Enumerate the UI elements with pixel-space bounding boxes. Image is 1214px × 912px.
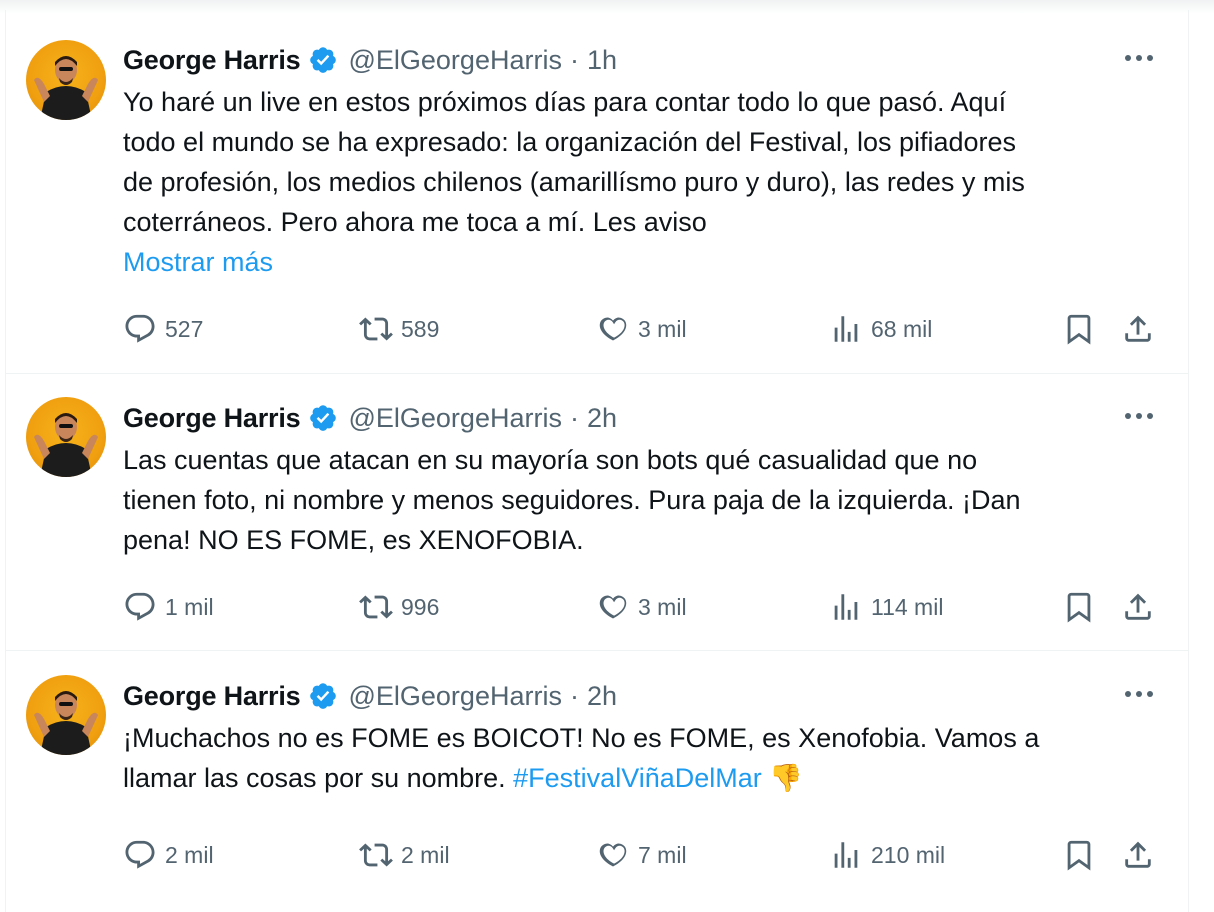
like-count: 3 mil (638, 593, 687, 620)
views-icon (834, 316, 858, 342)
verified-badge-icon (310, 405, 337, 431)
tweet-text-line: llamar las cosas por su nombre. #Festiva… (123, 758, 1163, 798)
more-icon[interactable] (1122, 48, 1156, 68)
like-count: 7 mil (638, 841, 687, 868)
retweet-count: 996 (401, 593, 440, 620)
views-button[interactable]: 68 mil (829, 309, 932, 349)
tweet-text-line: Yo haré un live en estos próximos días p… (123, 87, 1007, 117)
tweet-text: ¡Muchachos no es FOME es BOICOT! No es F… (123, 718, 1163, 798)
retweet-icon (359, 317, 393, 341)
avatar-portrait-icon (34, 413, 98, 477)
timeline: George Harris @ElGeorgeHarris · 1h Yo ha… (5, 10, 1189, 912)
thumbs-down-emoji: 👎 (769, 763, 803, 793)
retweet-count: 2 mil (401, 841, 450, 868)
views-button[interactable]: 210 mil (829, 835, 945, 875)
avatar-portrait-icon (34, 56, 98, 120)
author-handle[interactable]: @ElGeorgeHarris (348, 403, 561, 434)
tweet[interactable]: George Harris @ElGeorgeHarris · 2h Las c… (6, 374, 1188, 651)
reply-icon (125, 314, 155, 343)
author-name[interactable]: George Harris (123, 45, 301, 76)
tweet-actions: 1 mil 996 3 mil 114 mil (123, 587, 1163, 627)
tweet-text: Yo haré un live en estos próximos días p… (123, 82, 1163, 282)
bookmark-button[interactable] (1062, 835, 1096, 875)
avatar[interactable] (26, 397, 106, 477)
author-handle[interactable]: @ElGeorgeHarris (348, 681, 561, 712)
reply-count: 2 mil (165, 841, 214, 868)
views-count: 114 mil (871, 593, 944, 620)
views-icon (834, 594, 858, 620)
tweet-text: Las cuentas que atacan en su mayoría son… (123, 440, 1163, 560)
like-icon (599, 317, 627, 341)
tweet-header: George Harris @ElGeorgeHarris · 1h (123, 42, 617, 78)
share-button[interactable] (1121, 835, 1155, 875)
more-icon[interactable] (1122, 406, 1156, 426)
like-icon (599, 595, 627, 619)
reply-button[interactable]: 1 mil (123, 587, 214, 627)
tweet-text-line: ¡Muchachos no es FOME es BOICOT! No es F… (123, 723, 1040, 753)
share-icon (1125, 315, 1151, 342)
reply-button[interactable]: 527 (123, 309, 203, 349)
bookmark-button[interactable] (1062, 309, 1096, 349)
separator-dot: · (569, 402, 579, 433)
retweet-button[interactable]: 589 (359, 309, 439, 349)
show-more-link[interactable]: Mostrar más (123, 242, 1163, 282)
bookmark-icon (1067, 592, 1091, 623)
reply-icon (125, 592, 155, 621)
share-button[interactable] (1121, 309, 1155, 349)
tweet-actions: 2 mil 2 mil 7 mil 210 mil (123, 835, 1163, 875)
reply-button[interactable]: 2 mil (123, 835, 214, 875)
views-button[interactable]: 114 mil (829, 587, 943, 627)
tweet-text-line: coterráneos. Pero ahora me toca a mí. Le… (123, 207, 707, 237)
author-name[interactable]: George Harris (123, 403, 301, 434)
tweet-text-line: de profesión, los medios chilenos (amari… (123, 167, 1025, 197)
author-name[interactable]: George Harris (123, 681, 301, 712)
tweet-header: George Harris @ElGeorgeHarris · 2h (123, 400, 617, 436)
tweet-text-segment: llamar las cosas por su nombre. (123, 763, 514, 793)
avatar-portrait-icon (34, 691, 98, 755)
separator-dot: · (569, 680, 579, 711)
retweet-count: 589 (401, 315, 440, 342)
timestamp[interactable]: 1h (587, 45, 617, 76)
separator-dot: · (569, 44, 579, 75)
tweet-text-line: todo el mundo se ha expresado: la organi… (123, 127, 1017, 157)
tweet[interactable]: George Harris @ElGeorgeHarris · 2h ¡Much… (6, 651, 1188, 912)
like-icon (599, 843, 627, 867)
tweet-text-line: pena! NO ES FOME, es XENOFOBIA. (123, 525, 584, 555)
like-button[interactable]: 3 mil (596, 587, 687, 627)
tweet-header: George Harris @ElGeorgeHarris · 2h (123, 678, 617, 714)
reply-count: 527 (165, 315, 204, 342)
views-count: 68 mil (871, 315, 933, 342)
verified-badge-icon (310, 683, 337, 709)
views-icon (834, 842, 858, 868)
tweet-text-line: Las cuentas que atacan en su mayoría son… (123, 445, 978, 475)
retweet-icon (359, 595, 393, 619)
retweet-icon (359, 843, 393, 867)
avatar[interactable] (26, 40, 106, 120)
reply-icon (125, 840, 155, 869)
avatar[interactable] (26, 675, 106, 755)
bookmark-icon (1067, 314, 1091, 345)
retweet-button[interactable]: 996 (359, 587, 439, 627)
like-button[interactable]: 7 mil (596, 835, 687, 875)
bookmark-button[interactable] (1062, 587, 1096, 627)
timestamp[interactable]: 2h (587, 681, 617, 712)
author-handle[interactable]: @ElGeorgeHarris (348, 45, 561, 76)
tweet-text-line: tienen foto, ni nombre y menos seguidore… (123, 485, 1021, 515)
share-icon (1125, 593, 1151, 620)
reply-count: 1 mil (165, 593, 214, 620)
tweet-actions: 527 589 3 mil 68 mil (123, 309, 1163, 349)
views-count: 210 mil (871, 841, 946, 868)
bookmark-icon (1067, 840, 1091, 871)
verified-badge-icon (310, 47, 337, 73)
hashtag-link[interactable]: #FestivalViñaDelMar (513, 763, 762, 793)
timestamp[interactable]: 2h (587, 403, 617, 434)
like-button[interactable]: 3 mil (596, 309, 687, 349)
like-count: 3 mil (638, 315, 687, 342)
share-icon (1125, 841, 1151, 868)
share-button[interactable] (1121, 587, 1155, 627)
retweet-button[interactable]: 2 mil (359, 835, 450, 875)
tweet[interactable]: George Harris @ElGeorgeHarris · 1h Yo ha… (6, 10, 1188, 374)
more-icon[interactable] (1122, 684, 1156, 704)
